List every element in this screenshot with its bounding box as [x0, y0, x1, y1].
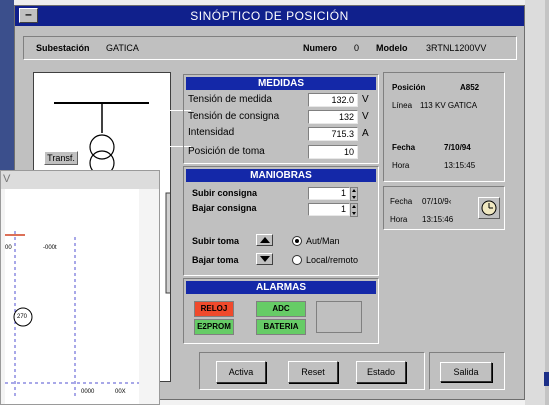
child-label: -000t — [43, 245, 57, 251]
modelo-value: 3RTNL1200VV — [426, 43, 487, 53]
tension-consigna-field: 132 — [308, 110, 358, 124]
arrow-up-icon — [260, 237, 270, 243]
fecha-value: 7/10/94 — [444, 143, 471, 152]
reset-button[interactable]: Reset — [288, 361, 338, 383]
salida-panel: Salida — [429, 352, 505, 390]
hora-label: Hora — [392, 161, 410, 170]
medidas-header: MEDIDAS — [186, 77, 376, 90]
unit-label: V — [362, 94, 369, 105]
alarm-reloj: RELOJ — [194, 301, 234, 317]
child-diagram-svg — [5, 231, 139, 399]
child-label: 00 — [5, 245, 12, 251]
activa-button[interactable]: Activa — [216, 361, 266, 383]
alarm-adc: ADC — [256, 301, 306, 317]
alarmas-panel: ALARMAS RELOJ ADC E2PROM BATERIA — [183, 278, 379, 344]
bajar-consigna-input[interactable]: 1 — [308, 203, 350, 216]
linea-label: Línea — [392, 101, 413, 110]
salida-button[interactable]: Salida — [440, 362, 492, 382]
radio-aut-man-label: Aut/Man — [306, 236, 340, 246]
bajar-consigna-label: Bajar consigna — [192, 203, 257, 213]
bajar-consigna-spinner[interactable] — [350, 203, 358, 217]
action-button-panel: Activa Reset Estado — [199, 352, 425, 390]
estado-button[interactable]: Estado — [356, 361, 406, 383]
background-window-edge — [0, 0, 14, 170]
alarm-bateria: BATERIA — [256, 319, 306, 335]
unit-label: A — [362, 128, 369, 139]
radio-aut-man[interactable] — [292, 236, 302, 246]
medidas-panel: MEDIDAS Tensión de medida 132.0 V Tensió… — [183, 74, 379, 164]
node-label: 270 — [17, 314, 28, 320]
alarmas-header: ALARMAS — [186, 281, 376, 294]
subir-toma-button[interactable] — [256, 234, 273, 246]
desktop-marker — [544, 372, 549, 386]
window-title: SINÓPTICO DE POSICIÓN — [190, 9, 349, 23]
alarm-blank — [316, 301, 362, 333]
medida-label: Tensión de medida — [188, 94, 272, 105]
connector-line — [163, 146, 164, 226]
modelo-label: Modelo — [376, 43, 408, 53]
transformer-winding-top — [89, 134, 115, 160]
bajar-toma-label: Bajar toma — [192, 255, 239, 265]
subestacion-label: Subestación — [36, 43, 90, 53]
child-label: 00X — [115, 389, 126, 395]
linea-value: 113 KV GATICA — [420, 101, 478, 110]
subir-consigna-spinner[interactable] — [350, 187, 358, 201]
posicion-label: Posición — [392, 83, 426, 92]
posicion-toma-field: 10 — [308, 145, 358, 159]
reloj-fecha-value: 07/10/9‹ — [422, 197, 452, 206]
numero-label: Numero — [303, 43, 338, 53]
alarm-e2prom: E2PROM — [194, 319, 234, 335]
reloj-panel: Fecha 07/10/9‹ Hora 13:15:46 — [383, 186, 505, 230]
clock-button[interactable] — [478, 197, 500, 219]
child-title: V — [3, 173, 11, 185]
subir-toma-label: Subir toma — [192, 236, 240, 246]
medida-label: Posición de toma — [188, 146, 265, 157]
subestacion-value: GATICA — [106, 43, 139, 53]
reloj-hora-label: Hora — [390, 215, 408, 224]
subir-consigna-input[interactable]: 1 — [308, 187, 350, 200]
child-canvas: 00 -000t 270 0000 00X — [5, 189, 139, 404]
diagram-scroll-element — [165, 192, 173, 294]
tension-medida-field: 132.0 — [308, 93, 358, 107]
desktop-background-right — [525, 0, 549, 405]
hora-value: 13:15:45 — [444, 161, 476, 170]
fecha-label: Fecha — [392, 143, 416, 152]
bajar-toma-button[interactable] — [256, 253, 273, 265]
header-panel: Subestación GATICA Numero 0 Modelo 3RTNL… — [23, 36, 517, 60]
child-title-bar[interactable]: V — [1, 171, 159, 189]
intensidad-field: 715.3 — [308, 127, 358, 141]
radio-local-remoto[interactable] — [292, 255, 302, 265]
child-diagram-window: V 00 -000t 270 0000 00X — [0, 170, 160, 405]
medida-label: Intensidad — [188, 127, 235, 138]
clock-icon — [481, 200, 497, 216]
subir-consigna-label: Subir consigna — [192, 188, 258, 198]
posicion-panel: Posición A852 Línea 113 KV GATICA Fecha … — [383, 72, 505, 182]
title-bar[interactable]: SINÓPTICO DE POSICIÓN – — [15, 6, 524, 26]
numero-value: 0 — [354, 43, 360, 53]
child-label: 0000 — [81, 389, 95, 395]
radio-local-remoto-label: Local/remoto — [306, 255, 359, 265]
transf-label[interactable]: Transf. — [44, 151, 78, 165]
posicion-value: A852 — [460, 83, 480, 92]
maniobras-header: MANIOBRAS — [186, 169, 376, 182]
medida-label: Tensión de consigna — [188, 111, 280, 122]
arrow-down-icon — [260, 256, 270, 262]
unit-label: V — [362, 111, 369, 122]
reloj-hora-value: 13:15:46 — [422, 215, 454, 224]
scrollbar-track[interactable] — [545, 0, 549, 405]
maniobras-panel: MANIOBRAS Subir consigna 1 Bajar consign… — [183, 166, 379, 276]
reloj-fecha-label: Fecha — [390, 197, 413, 206]
system-menu-button[interactable]: – — [19, 8, 38, 23]
